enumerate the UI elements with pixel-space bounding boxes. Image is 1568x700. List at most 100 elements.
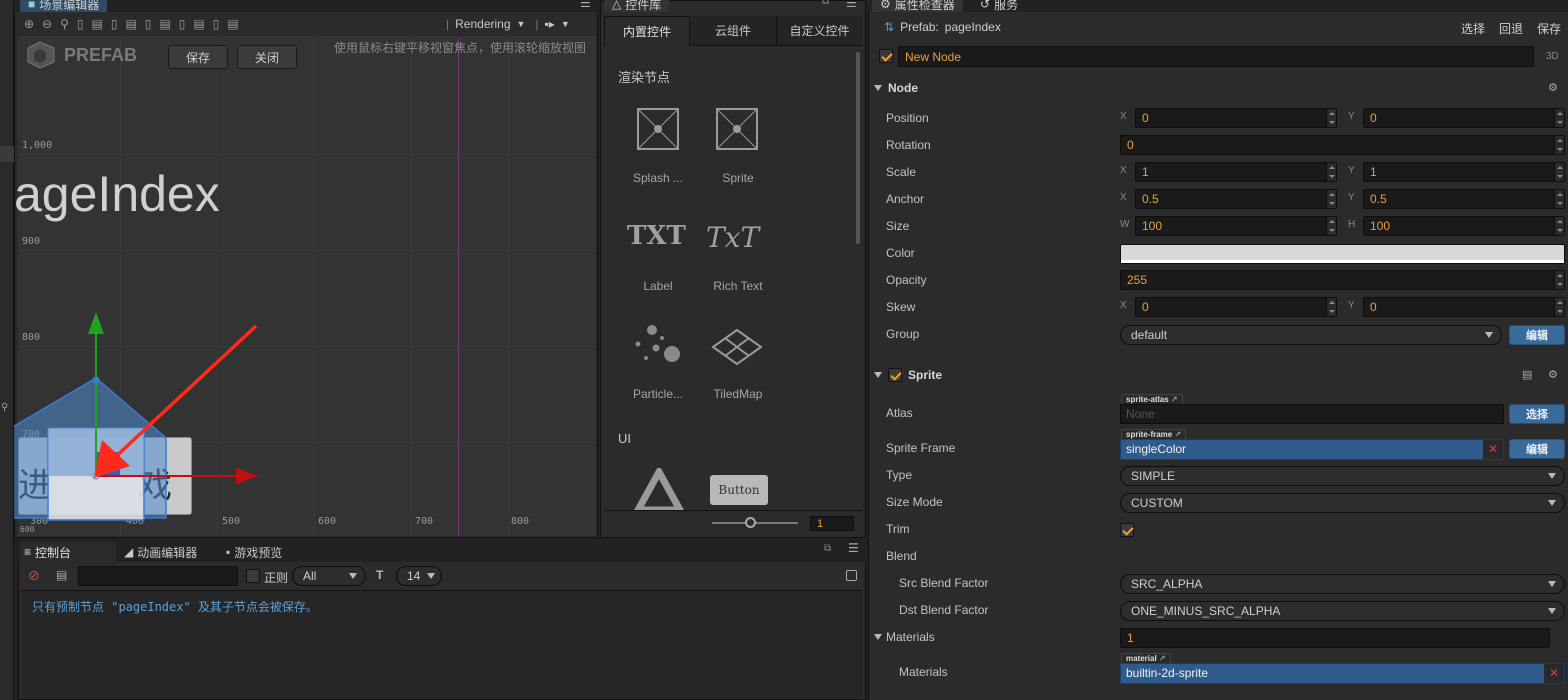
sprite-section-header[interactable]: Sprite [870, 363, 1568, 387]
size-h-input[interactable]: 100 [1363, 216, 1565, 236]
library-item-tiledmap[interactable]: TiledMap [693, 387, 783, 401]
collapse-icon[interactable] [846, 570, 857, 581]
distribute-r-icon[interactable]: ▤ [227, 17, 238, 31]
splash-sprite-icon[interactable] [637, 108, 679, 150]
sprite-enabled-checkbox[interactable] [888, 368, 902, 382]
console-menu-icon[interactable]: ☰ [848, 541, 859, 555]
materials-count-input[interactable]: 1 [1120, 628, 1550, 648]
open-log-icon[interactable]: ▤ [56, 568, 67, 582]
library-item-richtext[interactable]: Rich Text [693, 279, 783, 293]
prefab-close-button[interactable]: 关闭 [237, 45, 297, 69]
scale-x-input[interactable]: 1 [1135, 162, 1337, 182]
atlas-select-button[interactable]: 选择 [1509, 404, 1565, 424]
group-edit-button[interactable]: 编辑 [1509, 325, 1565, 345]
distribute-v-icon[interactable]: ▤ [193, 17, 204, 31]
sprite-icon[interactable] [716, 108, 758, 150]
library-item-label[interactable]: Label [613, 279, 703, 293]
align-bottom-icon[interactable]: ▤ [159, 17, 170, 31]
scale-y-input[interactable]: 1 [1363, 162, 1565, 182]
label-icon[interactable]: TXT [627, 221, 686, 251]
icon-size-slider-handle[interactable] [745, 517, 756, 528]
opacity-input[interactable]: 255 [1120, 270, 1565, 290]
zoom-out-icon[interactable]: ⊖ [42, 17, 52, 31]
tab-custom[interactable]: 自定义控件 [776, 16, 862, 46]
richtext-icon[interactable]: TxT [706, 221, 759, 254]
node-settings-icon[interactable]: ⚙ [1548, 81, 1558, 94]
atlas-field[interactable]: None [1120, 404, 1504, 424]
anchor-y-input[interactable]: 0.5 [1363, 189, 1565, 209]
game-preview-tab[interactable]: ▪ 游戏预览 [226, 542, 322, 562]
distribute-c-icon[interactable]: ▯ [213, 17, 220, 31]
sprite-frame-edit-button[interactable]: 编辑 [1509, 439, 1565, 459]
skew-y-input[interactable]: 0 [1363, 297, 1565, 317]
console-popout-icon[interactable]: ⧉ [824, 543, 831, 554]
prefab-select-button[interactable]: 选择 [1461, 20, 1485, 37]
node-active-checkbox[interactable] [879, 49, 893, 63]
align-center-icon[interactable]: ▤ [92, 17, 103, 31]
camera-icon[interactable]: ▪▸ [545, 17, 555, 31]
left-dock-search-icon[interactable]: ⚲ [1, 402, 13, 416]
regex-checkbox[interactable] [246, 569, 260, 583]
library-item-particle[interactable]: Particle... [613, 387, 703, 401]
mode-3d-toggle[interactable]: 3D [1546, 51, 1559, 62]
node-name-input[interactable]: New Node [898, 46, 1534, 67]
console-filter-input[interactable] [78, 566, 238, 586]
zoom-in-icon[interactable]: ⊕ [24, 17, 34, 31]
sprite-frame-field[interactable]: singleColor ✕ [1120, 439, 1504, 460]
particle-icon[interactable] [632, 322, 682, 366]
align-top-icon[interactable]: ▤ [125, 17, 136, 31]
scene-node-title[interactable]: ageIndex [14, 164, 220, 224]
prefab-save-button[interactable]: 保存 [168, 45, 228, 69]
triangle-widget-icon[interactable] [634, 468, 684, 510]
camera-chevron-icon[interactable]: ▼ [561, 19, 570, 29]
prefab-save-inspector-button[interactable]: 保存 [1537, 20, 1561, 37]
clear-icon[interactable]: ✕ [1483, 440, 1503, 459]
type-select[interactable]: SIMPLE [1120, 466, 1565, 486]
size-w-input[interactable]: 100 [1135, 216, 1337, 236]
align-right-icon[interactable]: ▯ [111, 17, 118, 31]
align-middle-icon[interactable]: ▯ [145, 17, 152, 31]
font-size-select[interactable]: 14 [396, 566, 442, 586]
tab-cloud[interactable]: 云组件 [690, 16, 776, 46]
scene-editor-tab[interactable]: ■ 场景编辑器 [20, 0, 108, 12]
inspector-tab[interactable]: ⚙ 属性检查器 [872, 0, 963, 12]
prefab-revert-button[interactable]: 回退 [1499, 20, 1523, 37]
library-menu-icon[interactable]: ☰ [846, 0, 857, 10]
group-select[interactable]: default [1120, 325, 1502, 345]
service-tab[interactable]: ↺ 服务 [972, 0, 1026, 12]
clear-icon[interactable]: ✕ [1544, 664, 1564, 683]
sprite-settings-icon[interactable]: ⚙ [1548, 368, 1558, 381]
scene-menu-icon[interactable]: ☰ [580, 0, 591, 10]
zoom-fit-icon[interactable]: ⚲ [60, 17, 69, 31]
rotation-input[interactable]: 0 [1120, 135, 1565, 155]
sprite-help-icon[interactable]: ▤ [1522, 368, 1532, 381]
widget-library-tab[interactable]: △ 控件库 [604, 0, 670, 12]
tab-builtin[interactable]: 内置控件 [604, 16, 690, 46]
clear-console-icon[interactable]: ⊘ [28, 567, 40, 584]
dst-blend-select[interactable]: ONE_MINUS_SRC_ALPHA [1120, 601, 1565, 621]
rendering-dropdown[interactable]: | Rendering ▼ | ▪▸ ▼ [446, 14, 570, 34]
node-section-header[interactable]: Node [870, 76, 1568, 100]
distribute-h-icon[interactable]: ▯ [179, 17, 186, 31]
tiledmap-icon[interactable] [711, 328, 763, 366]
skew-x-input[interactable]: 0 [1135, 297, 1337, 317]
button-widget-icon[interactable]: Button [710, 475, 768, 505]
material-field[interactable]: builtin-2d-sprite ✕ [1120, 663, 1565, 684]
align-left-icon[interactable]: ▯ [77, 17, 84, 31]
size-mode-select[interactable]: CUSTOM [1120, 493, 1565, 513]
position-x-input[interactable]: 0 [1135, 108, 1337, 128]
library-item-sprite[interactable]: Sprite [693, 171, 783, 185]
log-level-select[interactable]: All [292, 566, 366, 586]
materials-foldout[interactable]: Materials [872, 630, 935, 644]
position-y-input[interactable]: 0 [1363, 108, 1565, 128]
animation-tab[interactable]: ◢ 动画编辑器 [124, 542, 220, 562]
anchor-x-input[interactable]: 0.5 [1135, 189, 1337, 209]
console-tab[interactable]: ≡ 控制台 [20, 542, 116, 562]
library-popout-icon[interactable]: ⧉ [822, 0, 829, 7]
src-blend-select[interactable]: SRC_ALPHA [1120, 574, 1565, 594]
library-item-splash[interactable]: Splash ... [613, 171, 703, 185]
color-swatch[interactable] [1120, 244, 1565, 264]
library-scrollbar[interactable] [856, 52, 860, 244]
icon-size-input[interactable]: 1 [810, 516, 854, 531]
trim-checkbox[interactable] [1120, 523, 1134, 537]
